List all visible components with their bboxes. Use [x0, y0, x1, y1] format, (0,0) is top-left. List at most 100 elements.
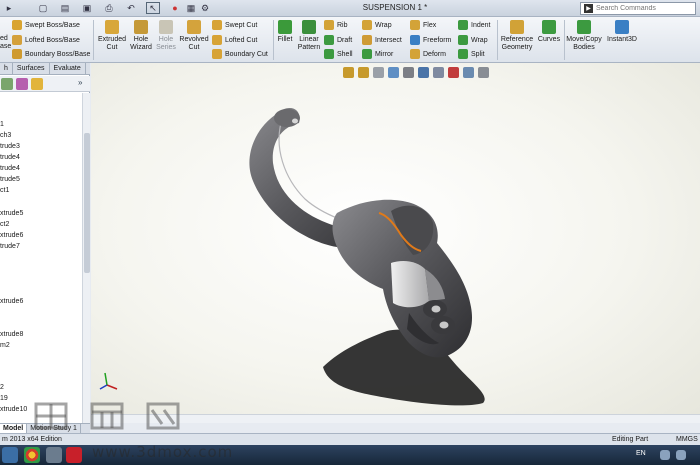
undo-icon[interactable]: ↶ [124, 2, 138, 14]
explorer-icon[interactable] [46, 447, 62, 463]
fillet-button[interactable]: Fillet [276, 20, 294, 44]
feature-tree-item[interactable]: 2 [0, 384, 4, 391]
solidworks-icon[interactable] [66, 447, 82, 463]
boundary-cut-icon [212, 49, 222, 59]
unit-system-text[interactable]: MMGS [676, 436, 698, 443]
reference-geometry-label: Reference [500, 36, 534, 43]
feature-tree-item[interactable]: trude7 [0, 243, 20, 250]
mirror-button[interactable]: Mirror [362, 48, 393, 60]
fillet-icon [278, 20, 292, 34]
lofted-boss-button[interactable]: Lofted Boss/Base [12, 34, 80, 46]
indent-button[interactable]: Indent [458, 19, 490, 31]
file-properties-icon[interactable]: ▦ [184, 2, 198, 14]
zoom-to-fit-icon[interactable] [343, 66, 354, 78]
edit-appearance-icon[interactable] [448, 66, 459, 78]
search-input[interactable] [596, 5, 691, 12]
ribbon-separator [93, 20, 94, 60]
lofted-cut-button[interactable]: Lofted Cut [212, 34, 257, 46]
boundary-boss-button[interactable]: Boundary Boss/Base [12, 48, 90, 60]
extruded-cut-label: Extruded [97, 36, 127, 43]
boundary-cut-button[interactable]: Boundary Cut [212, 48, 268, 60]
hole-series-button[interactable]: Hole Series [154, 20, 178, 52]
feature-tree-item[interactable]: trude3 [0, 143, 20, 150]
zoom-to-area-icon[interactable] [358, 66, 369, 78]
boundary-cut-label: Boundary Cut [225, 50, 268, 58]
select-icon[interactable]: ↖ [146, 2, 160, 14]
tree-scrollbar[interactable] [82, 93, 90, 423]
revolved-boss-button[interactable]: ed ase [0, 35, 11, 51]
draft-button[interactable]: Draft [324, 34, 352, 46]
wrap-tool-button[interactable]: Wrap [458, 34, 488, 46]
section-view-icon[interactable] [388, 66, 399, 78]
start-button-icon[interactable] [2, 447, 18, 463]
hide-show-items-icon[interactable] [433, 66, 444, 78]
suspension-part-model[interactable] [91, 63, 700, 423]
move-copy-bodies-button[interactable]: Move/Copy Bodies [566, 20, 602, 52]
intersect-button[interactable]: Intersect [362, 34, 402, 46]
tab-model[interactable]: Model [0, 424, 28, 433]
swept-boss-button[interactable]: Swept Boss/Base [12, 19, 80, 31]
move-copy-bodies-label: Move/Copy [566, 36, 602, 43]
open-folder-icon[interactable]: ▤ [58, 2, 72, 14]
watermark-logo [34, 402, 180, 430]
chrome-icon[interactable] [24, 447, 40, 463]
view-orientation-icon[interactable] [403, 66, 414, 78]
view-settings-icon[interactable] [478, 66, 489, 78]
reference-geometry-label: Geometry [501, 44, 533, 51]
hole-wizard-button[interactable]: Hole Wizard [128, 20, 154, 52]
linear-pattern-button[interactable]: Linear Pattern [296, 20, 322, 52]
revolved-cut-button[interactable]: Revolved Cut [178, 20, 210, 52]
swept-cut-button[interactable]: Swept Cut [212, 19, 257, 31]
feature-tree-item[interactable]: m2 [0, 342, 10, 349]
network-icon[interactable] [660, 450, 670, 460]
split-button[interactable]: Split [458, 48, 485, 60]
property-manager-icon[interactable] [1, 78, 13, 90]
freeform-button[interactable]: Freeform [410, 34, 451, 46]
feature-tree-item[interactable]: trude5 [0, 176, 20, 183]
graphics-viewport[interactable] [91, 63, 700, 423]
top-pivot-hole [292, 118, 298, 124]
extruded-cut-button[interactable]: Extruded Cut [96, 20, 128, 52]
apply-scene-icon[interactable] [463, 66, 474, 78]
options-arrow-icon[interactable]: ▸ [2, 2, 16, 14]
feature-tree-item[interactable]: xtrude6 [0, 232, 23, 239]
feature-tree-item[interactable]: ct2 [0, 221, 9, 228]
tab-evaluate[interactable]: Evaluate [50, 63, 86, 75]
search-commands-box[interactable]: ▶ [580, 2, 696, 15]
configuration-manager-icon[interactable] [16, 78, 28, 90]
wrap-label: Wrap [375, 21, 392, 29]
display-manager-icon[interactable] [31, 78, 43, 90]
rebuild-icon[interactable]: ● [168, 2, 182, 14]
feature-tree-item[interactable]: ch3 [0, 132, 11, 139]
save-icon[interactable]: ▣ [80, 2, 94, 14]
language-indicator[interactable]: EN [636, 450, 646, 457]
deform-button[interactable]: Deform [410, 48, 446, 60]
rib-button[interactable]: Rib [324, 19, 348, 31]
volume-icon[interactable] [676, 450, 686, 460]
feature-tree-item[interactable]: trude4 [0, 154, 20, 161]
new-document-icon[interactable]: ▢ [36, 2, 50, 14]
tab-surfaces[interactable]: Surfaces [13, 63, 50, 75]
shell-button[interactable]: Shell [324, 48, 353, 60]
options-gear-icon[interactable]: ⚙ [198, 2, 212, 14]
intersect-label: Intersect [375, 36, 402, 44]
instant3d-button[interactable]: Instant3D [604, 20, 640, 44]
expand-arrow-icon[interactable]: » [78, 78, 90, 90]
feature-tree-item[interactable]: xtrude10 [0, 406, 27, 413]
scrollbar-thumb[interactable] [84, 133, 90, 273]
feature-tree-item[interactable]: 1 [0, 121, 4, 128]
feature-tree-item[interactable]: trude4 [0, 165, 20, 172]
display-style-icon[interactable] [418, 66, 429, 78]
tab-sketch[interactable]: h [0, 63, 13, 75]
flex-button[interactable]: Flex [410, 19, 436, 31]
feature-tree-item[interactable]: 19 [0, 395, 8, 402]
feature-tree-item[interactable]: xtrude8 [0, 331, 23, 338]
curves-button[interactable]: Curves [536, 20, 562, 44]
feature-tree-item[interactable]: xtrude6 [0, 298, 23, 305]
reference-geometry-button[interactable]: Reference Geometry [500, 20, 534, 52]
previous-view-icon[interactable] [373, 66, 384, 78]
print-icon[interactable]: ⎙ [102, 2, 116, 14]
wrap-button[interactable]: Wrap [362, 19, 392, 31]
feature-tree-item[interactable]: xtrude5 [0, 210, 23, 217]
feature-tree-item[interactable]: ct1 [0, 187, 9, 194]
